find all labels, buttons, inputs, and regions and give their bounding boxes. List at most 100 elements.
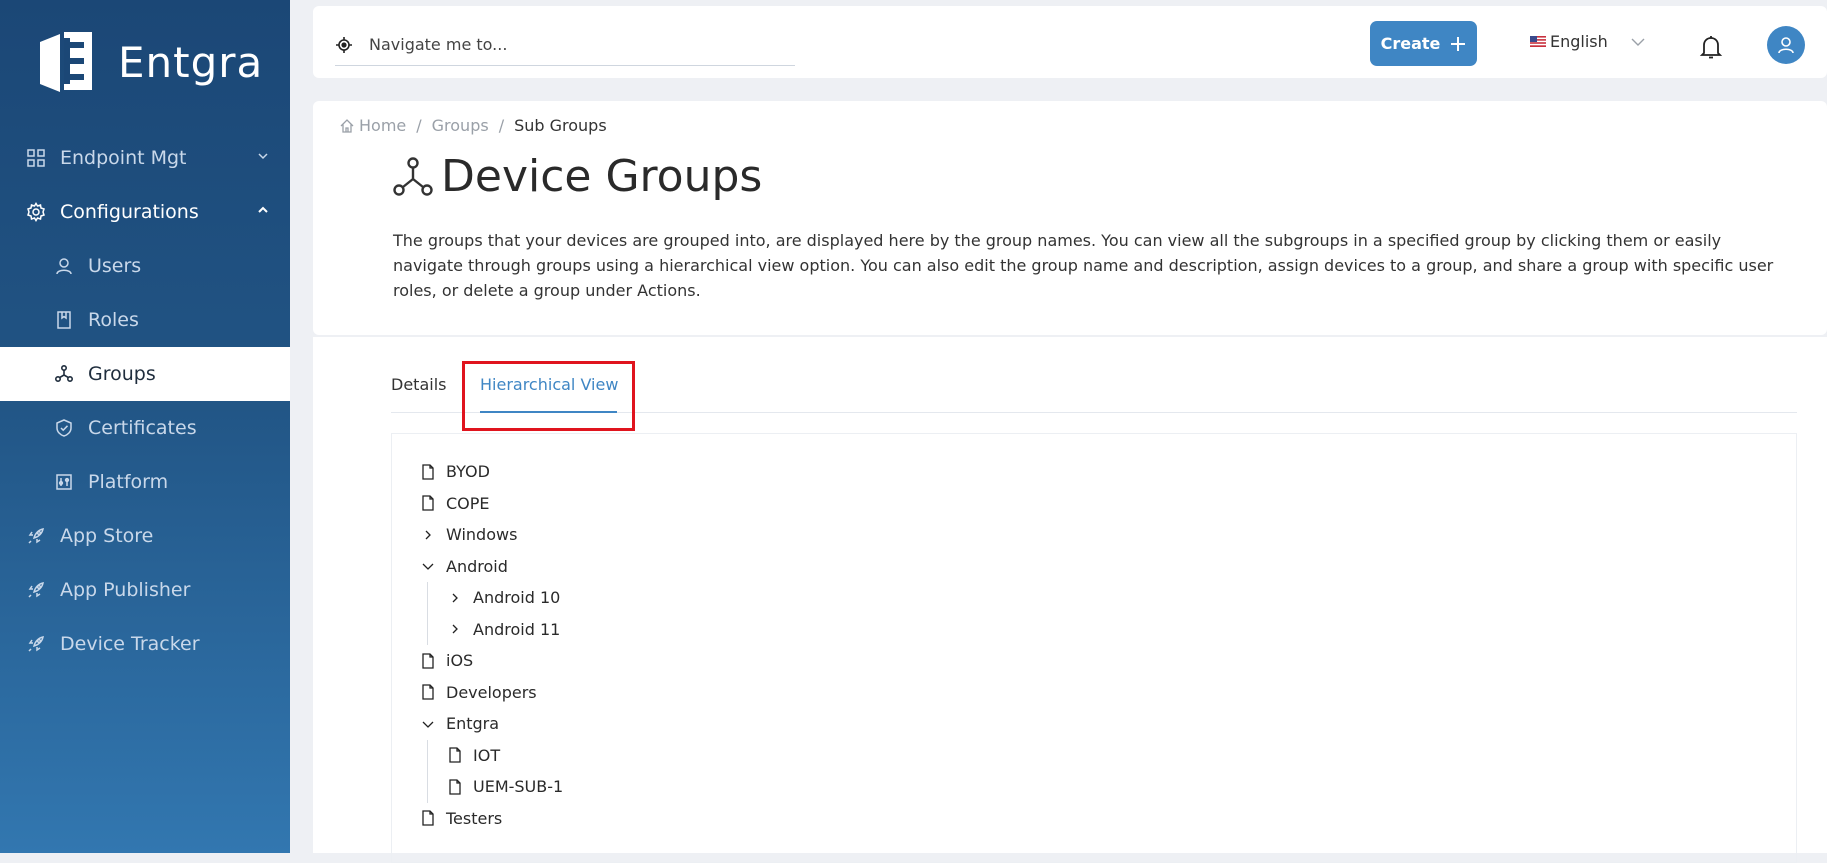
page-description: The groups that your devices are grouped… <box>393 231 1774 300</box>
file-icon <box>420 464 436 480</box>
shield-icon <box>54 418 74 438</box>
sidebar-item-label: Platform <box>88 471 169 493</box>
us-flag-icon <box>1530 36 1546 47</box>
sidebar: Entgra Endpoint Mgt Configurations Users… <box>0 0 290 853</box>
tree-node-label: Android 10 <box>473 588 561 608</box>
tree-node-label: iOS <box>446 651 474 671</box>
rocket-icon <box>26 580 46 600</box>
tree-node-label: BYOD <box>446 462 490 482</box>
tree-node-iot[interactable]: IOT <box>420 740 563 772</box>
file-icon <box>447 779 463 795</box>
sidebar-item-endpoint-mgt[interactable]: Endpoint Mgt <box>0 131 290 185</box>
create-button[interactable]: Create <box>1370 21 1477 66</box>
sidebar-item-configurations[interactable]: Configurations <box>0 185 290 239</box>
tree-node-label: COPE <box>446 493 490 513</box>
group-icon <box>54 364 74 384</box>
language-label: English <box>1550 32 1608 51</box>
chevron-down-icon <box>258 153 268 160</box>
tree-node-label: Developers <box>446 682 537 702</box>
breadcrumb: Home / Groups / Sub Groups <box>339 116 607 135</box>
breadcrumb-home[interactable]: Home <box>359 116 406 135</box>
annotation-highlight-box <box>462 361 635 431</box>
tree-node-uem-sub-1[interactable]: UEM-SUB-1 <box>420 771 563 803</box>
top-bar: Create English <box>313 6 1827 78</box>
navigate-search <box>335 24 795 66</box>
file-icon <box>420 684 436 700</box>
tree-node-android-11[interactable]: Android 11 <box>420 614 563 646</box>
sidebar-item-label: App Store <box>60 525 154 547</box>
sidebar-item-platform[interactable]: Platform <box>0 455 290 509</box>
sidebar-item-app-store[interactable]: App Store <box>0 509 290 563</box>
sidebar-item-app-publisher[interactable]: App Publisher <box>0 563 290 617</box>
sidebar-item-label: Configurations <box>60 201 199 223</box>
sidebar-nav: Endpoint Mgt Configurations Users Roles … <box>0 131 290 671</box>
group-icon <box>393 156 433 196</box>
notification-bell-icon[interactable] <box>1699 34 1723 60</box>
rocket-icon <box>26 526 46 546</box>
tree-node-label: Android 11 <box>473 619 561 639</box>
group-tree-panel: BYOD COPE Windows Android Android 10 And… <box>391 433 1797 863</box>
sidebar-item-device-tracker[interactable]: Device Tracker <box>0 617 290 671</box>
tree-node-label: IOT <box>473 745 501 765</box>
chevron-down-icon[interactable] <box>420 716 436 732</box>
sidebar-item-roles[interactable]: Roles <box>0 293 290 347</box>
file-icon <box>420 653 436 669</box>
user-icon <box>54 256 74 276</box>
platform-icon <box>54 472 74 492</box>
navigate-input[interactable] <box>367 34 767 55</box>
grid-icon <box>26 148 46 168</box>
chevron-right-icon[interactable] <box>447 590 463 606</box>
file-icon <box>420 495 436 511</box>
page-header: Home / Groups / Sub Groups Device Groups… <box>313 101 1827 335</box>
chevron-down-icon[interactable] <box>420 558 436 574</box>
tree-node-windows[interactable]: Windows <box>420 519 563 551</box>
chevron-right-icon[interactable] <box>420 527 436 543</box>
sidebar-item-label: Roles <box>88 309 139 331</box>
group-tree: BYOD COPE Windows Android Android 10 And… <box>420 456 563 834</box>
tree-node-ios[interactable]: iOS <box>420 645 563 677</box>
tree-node-testers[interactable]: Testers <box>420 803 563 835</box>
brand-name: Entgra <box>118 37 264 87</box>
breadcrumb-current: Sub Groups <box>514 116 607 135</box>
breadcrumb-separator: / <box>498 116 505 135</box>
breadcrumb-separator: / <box>416 116 422 135</box>
sidebar-item-label: Users <box>88 255 142 277</box>
chevron-up-icon <box>258 206 268 213</box>
page-title: Device Groups <box>391 151 762 202</box>
tree-node-android[interactable]: Android <box>420 551 563 583</box>
chevron-right-icon[interactable] <box>447 621 463 637</box>
tree-node-android-10[interactable]: Android 10 <box>420 582 563 614</box>
file-icon <box>420 810 436 826</box>
sidebar-item-label: Device Tracker <box>60 633 200 655</box>
sidebar-item-label: Certificates <box>88 417 197 439</box>
sidebar-item-certificates[interactable]: Certificates <box>0 401 290 455</box>
plus-icon <box>1451 36 1466 51</box>
breadcrumb-groups[interactable]: Groups <box>432 116 489 135</box>
sidebar-item-label: App Publisher <box>60 579 191 601</box>
tree-node-cope[interactable]: COPE <box>420 488 563 520</box>
home-icon <box>340 118 354 133</box>
sidebar-item-users[interactable]: Users <box>0 239 290 293</box>
file-icon <box>447 747 463 763</box>
tree-node-developers[interactable]: Developers <box>420 677 563 709</box>
tree-node-entgra[interactable]: Entgra <box>420 708 563 740</box>
rocket-icon <box>26 634 46 654</box>
tree-node-byod[interactable]: BYOD <box>420 456 563 488</box>
tab-details[interactable]: Details <box>391 375 446 394</box>
tree-node-label: Android <box>446 556 508 576</box>
brand-logo[interactable]: Entgra <box>30 26 263 98</box>
entgra-logo-icon <box>40 32 92 92</box>
sidebar-item-label: Endpoint Mgt <box>60 147 187 169</box>
user-avatar[interactable] <box>1767 26 1805 64</box>
book-icon <box>54 310 74 330</box>
tree-node-label: UEM-SUB-1 <box>473 777 564 797</box>
page-title-text: Device Groups <box>441 151 763 202</box>
locate-icon <box>336 36 352 53</box>
sidebar-item-label: Groups <box>88 363 156 385</box>
sidebar-item-groups[interactable]: Groups <box>0 347 290 401</box>
tree-node-label: Testers <box>446 808 503 828</box>
tree-node-label: Windows <box>446 525 518 545</box>
chevron-down-icon <box>1631 38 1645 46</box>
gear-icon <box>26 202 46 222</box>
language-selector[interactable]: English <box>1530 32 1646 51</box>
